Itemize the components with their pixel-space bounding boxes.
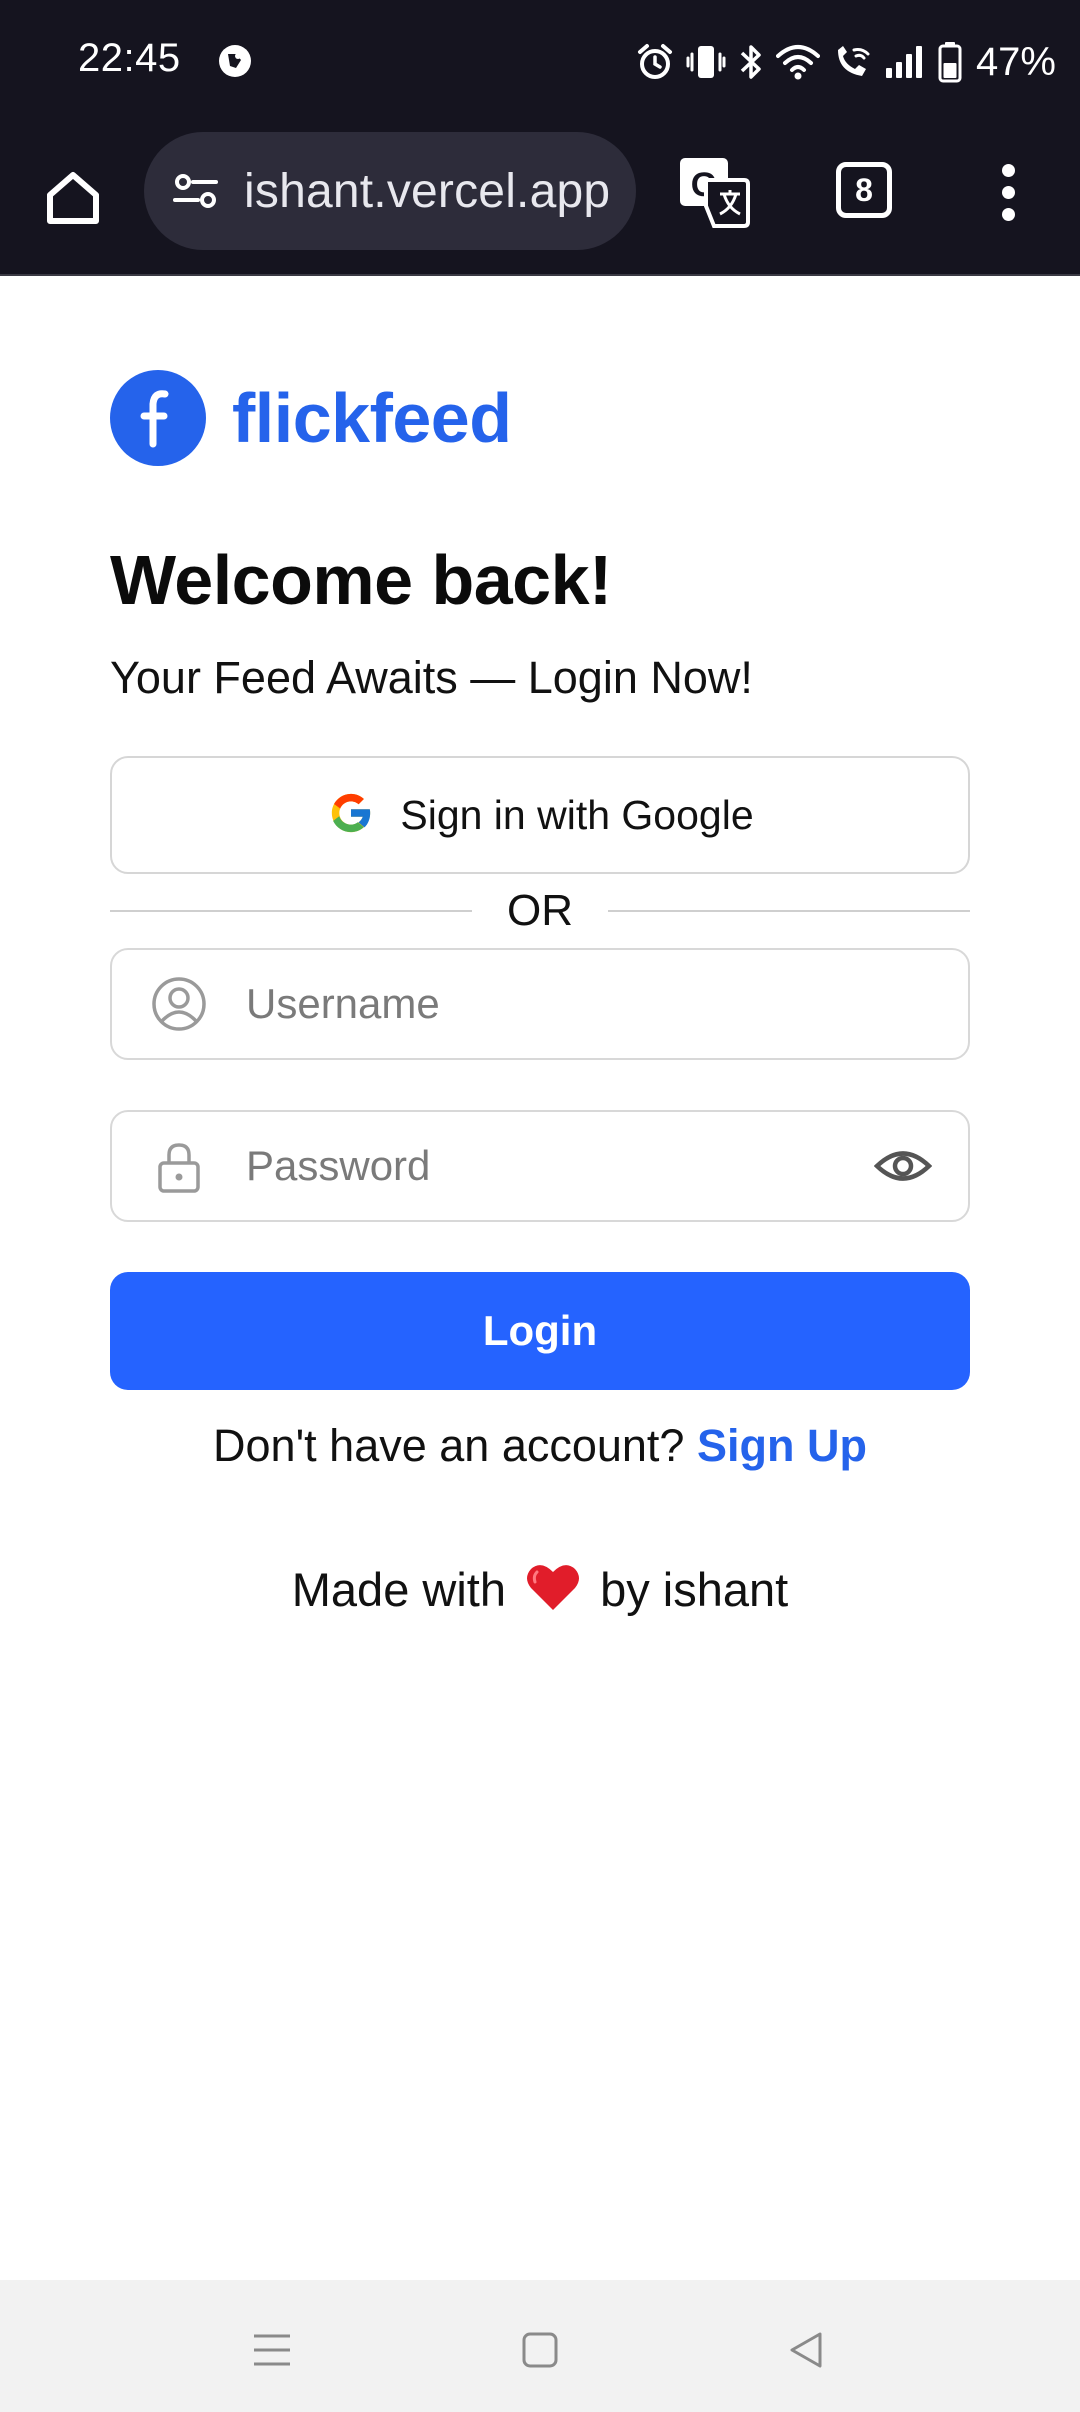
- status-bar: 22:45 47%: [0, 0, 1080, 124]
- system-nav-bar: [0, 2280, 1080, 2412]
- page-title: Welcome back!: [110, 541, 612, 619]
- google-signin-label: Sign in with Google: [400, 791, 754, 838]
- username-field[interactable]: [110, 948, 970, 1060]
- translate-icon[interactable]: G: [676, 154, 752, 230]
- browser-toolbar: ishant.vercel.app G 8: [0, 124, 1080, 276]
- footer-made-with: Made with: [291, 1563, 506, 1616]
- username-input[interactable]: [246, 964, 968, 1044]
- wifi-calling-icon: [832, 42, 872, 82]
- recents-icon[interactable]: [242, 2320, 302, 2380]
- address-bar[interactable]: ishant.vercel.app: [144, 132, 636, 250]
- login-button[interactable]: Login: [110, 1272, 970, 1390]
- more-menu-icon[interactable]: [990, 154, 1026, 230]
- user-icon: [150, 975, 208, 1033]
- app-notification-icon: [216, 42, 254, 80]
- brand-logo-icon: [110, 370, 206, 466]
- show-password-icon[interactable]: [873, 1137, 933, 1195]
- page-subtitle: Your Feed Awaits — Login Now!: [110, 652, 753, 703]
- alarm-icon: [636, 42, 674, 82]
- signup-link[interactable]: Sign Up: [697, 1420, 867, 1471]
- wifi-icon: [775, 42, 820, 82]
- footer-credit: Made with by ishant: [0, 1562, 1080, 1623]
- footer-author: by ishant: [600, 1563, 789, 1616]
- lock-icon: [150, 1137, 208, 1195]
- brand: flickfeed: [110, 370, 512, 466]
- google-icon: [326, 788, 376, 843]
- divider-line-right: [608, 910, 970, 912]
- status-icons: 47%: [636, 34, 1056, 90]
- signup-prompt-text: Don't have an account?: [213, 1420, 685, 1471]
- google-signin-button[interactable]: Sign in with Google: [110, 756, 970, 874]
- status-time: 22:45: [78, 36, 181, 80]
- bluetooth-icon: [738, 42, 764, 82]
- brand-name: flickfeed: [232, 379, 512, 457]
- site-settings-icon[interactable]: [170, 165, 222, 217]
- password-field[interactable]: [110, 1110, 970, 1222]
- password-input[interactable]: [246, 1126, 874, 1206]
- back-icon[interactable]: [776, 2320, 836, 2380]
- or-divider: OR: [110, 880, 970, 940]
- vibrate-icon: [686, 42, 726, 82]
- battery-icon: [938, 41, 962, 83]
- nav-home-icon[interactable]: [510, 2320, 570, 2380]
- battery-percent: 47%: [975, 39, 1056, 84]
- signup-prompt: Don't have an account? Sign Up: [0, 1420, 1080, 1472]
- heart-icon: [525, 1562, 581, 1623]
- home-icon[interactable]: [40, 160, 106, 234]
- signal-icon: [884, 42, 926, 82]
- url-text: ishant.vercel.app: [244, 164, 611, 218]
- tabs-icon[interactable]: 8: [836, 162, 892, 218]
